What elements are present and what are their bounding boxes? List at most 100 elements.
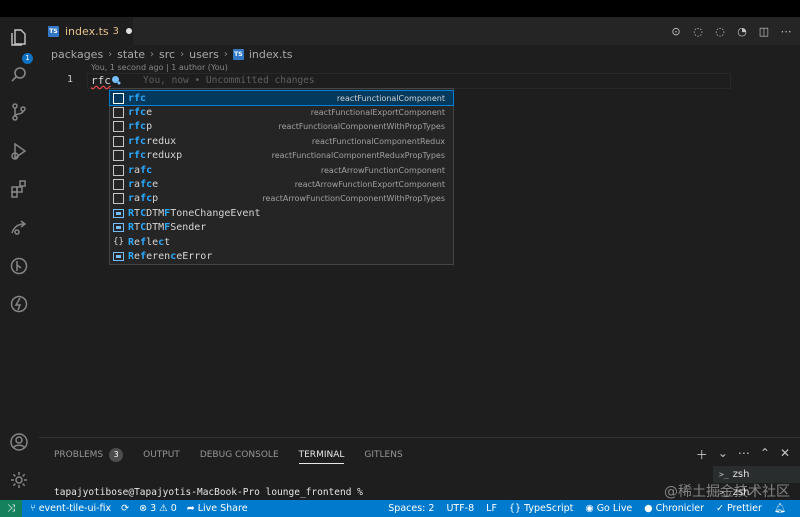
live-share-icon[interactable] — [8, 217, 30, 239]
split-editor-icon[interactable]: ◫ — [756, 23, 772, 39]
source-control-icon[interactable] — [8, 101, 30, 123]
suggest-item[interactable]: rafce reactArrowFunctionExportComponent — [110, 177, 453, 191]
snippet-icon — [113, 121, 124, 133]
warning-count: 0 — [170, 503, 177, 514]
go-live-label: Go Live — [596, 503, 633, 514]
extensions-icon[interactable] — [8, 178, 30, 200]
suggest-item[interactable]: rfc reactFunctionalComponent — [109, 89, 454, 107]
branch-indicator[interactable]: ⑂ event-tile-ui-fix — [30, 503, 111, 514]
suggest-detail: reactFunctionalComponentWithPropTypes — [278, 122, 445, 132]
chronicler-button[interactable]: ● Chronicler — [644, 503, 704, 514]
suggest-item[interactable]: rfcredux reactFunctionalComponentRedux — [110, 134, 453, 148]
thunder-icon[interactable] — [8, 293, 30, 315]
ai-suggestion-icon[interactable] — [111, 75, 121, 85]
chevron-right-icon: › — [108, 48, 113, 60]
terminal-dropdown-icon[interactable]: ⌄ — [718, 446, 728, 463]
next-change-icon[interactable]: ◌ — [712, 23, 728, 39]
broadcast-icon: ◉ — [585, 503, 594, 514]
braces-icon: {} — [508, 503, 522, 514]
code-text[interactable]: rfc — [91, 74, 111, 87]
breadcrumb-item[interactable]: src — [159, 48, 175, 61]
tab-problems[interactable]: PROBLEMS 3 — [54, 446, 124, 464]
open-changes-icon[interactable]: ◔ — [734, 23, 750, 39]
error-icon: ⊗ — [139, 503, 148, 514]
problems-indicator[interactable]: ⊗ 3 ⚠ 0 — [139, 503, 177, 514]
breadcrumb-item[interactable]: index.ts — [249, 48, 293, 61]
suggest-item[interactable]: ReferenceError — [110, 249, 453, 263]
tab-index-ts[interactable]: TS index.ts 3 — [39, 17, 133, 45]
live-share-button[interactable]: ➦ Live Share — [187, 503, 248, 514]
previous-change-icon[interactable]: ◌ — [690, 23, 706, 39]
suggest-item[interactable]: {} Reflect — [110, 235, 453, 249]
tab-terminal[interactable]: TERMINAL — [298, 446, 345, 464]
suggest-label: rafce — [128, 179, 159, 191]
git-branch-icon: ⑂ — [30, 503, 36, 514]
run-debug-icon[interactable] — [8, 140, 30, 162]
tab-gitlens[interactable]: GITLENS — [364, 446, 402, 464]
inline-blame: You, now • Uncommitted changes — [143, 75, 315, 86]
prettier-button[interactable]: ✓ Prettier — [716, 503, 762, 514]
settings-gear-icon[interactable] — [8, 469, 30, 491]
title-bar — [0, 0, 800, 17]
tab-debug-console[interactable]: DEBUG CONSOLE — [200, 446, 279, 464]
more-actions-icon[interactable]: ⋯ — [778, 23, 794, 39]
explorer-badge: 1 — [22, 53, 33, 64]
indentation-indicator[interactable]: Spaces: 2 — [388, 503, 434, 514]
chevron-right-icon: › — [223, 48, 228, 60]
class-icon — [113, 251, 124, 262]
suggest-label: ReferenceError — [128, 251, 213, 263]
breadcrumb: packages › state › src › users › TS inde… — [51, 46, 292, 62]
explorer-icon[interactable] — [8, 26, 30, 48]
suggest-detail: reactFunctionalComponentRedux — [311, 136, 445, 146]
breadcrumb-item[interactable]: users — [189, 48, 219, 61]
panel-tabs: PROBLEMS 3 OUTPUT DEBUG CONSOLE TERMINAL… — [54, 446, 423, 464]
code-line[interactable]: 1 rfc You, now • Uncommitted changes — [39, 73, 800, 89]
breadcrumb-item[interactable]: packages — [51, 48, 103, 61]
suggest-label: rfcreduxp — [128, 150, 183, 162]
sync-icon[interactable]: ⟳ — [121, 503, 129, 514]
new-terminal-icon[interactable]: ＋ — [696, 446, 708, 463]
suggest-item[interactable]: rafcp reactArrowFunctionComponentWithProp… — [110, 192, 453, 206]
live-share-icon: ➦ — [186, 503, 195, 514]
remote-indicator-icon[interactable]: ⤨ — [0, 500, 22, 517]
language-mode[interactable]: {} TypeScript — [509, 503, 573, 514]
gitlens-icon[interactable] — [8, 255, 30, 277]
warning-icon: ⚠ — [159, 503, 168, 514]
suggest-detail: reactArrowFunctionComponent — [320, 165, 445, 175]
codelens-blame[interactable]: You, 1 second ago | 1 author (You) — [91, 63, 228, 72]
snippet-icon — [113, 193, 124, 205]
terminal-prompt[interactable]: tapajyotibose@Tapajyotis-MacBook-Pro lou… — [54, 487, 363, 498]
suggest-detail: reactArrowFunctionComponentWithPropTypes — [262, 194, 445, 204]
suggest-item[interactable]: rfcreduxp reactFunctionalComponentReduxPr… — [110, 149, 453, 163]
tab-output[interactable]: OUTPUT — [143, 446, 180, 464]
line-number: 1 — [66, 74, 73, 85]
notifications-bell-icon[interactable]: 🔔︎ — [774, 503, 786, 514]
encoding-indicator[interactable]: UTF-8 — [446, 503, 474, 514]
suggest-item[interactable]: RTCDTMFSender — [110, 221, 453, 235]
suggest-label: RTCDTMFSender — [128, 222, 207, 234]
suggest-label: rfce — [128, 107, 153, 119]
problems-count-badge: 3 — [109, 448, 124, 462]
maximize-panel-icon[interactable]: ⌃ — [760, 446, 770, 463]
more-actions-icon[interactable]: ⋯ — [738, 446, 750, 463]
breadcrumb-item[interactable]: state — [117, 48, 145, 61]
suggest-item[interactable]: rfcp reactFunctionalComponentWithPropType… — [110, 120, 453, 134]
suggest-item[interactable]: RTCDTMFToneChangeEvent — [110, 206, 453, 220]
close-panel-icon[interactable]: ✕ — [780, 446, 790, 463]
terminal-name: zsh — [732, 469, 750, 480]
go-live-button[interactable]: ◉ Go Live — [585, 503, 632, 514]
account-icon[interactable] — [8, 431, 30, 453]
suggest-detail: reactArrowFunctionExportComponent — [294, 180, 445, 190]
unsaved-dot-icon[interactable] — [126, 28, 133, 34]
snippet-icon — [113, 164, 124, 176]
suggest-label: rfcp — [128, 121, 153, 133]
eol-indicator[interactable]: LF — [486, 503, 497, 514]
suggest-item[interactable]: rafc reactArrowFunctionComponent — [110, 163, 453, 177]
watermark: @稀土掘金技术社区 — [664, 484, 790, 500]
tab-bar: TS index.ts 3 ⊙ ◌ ◌ ◔ ◫ ⋯ — [39, 17, 800, 45]
compare-changes-icon[interactable]: ⊙ — [668, 23, 684, 39]
suggest-item[interactable]: rfce reactFunctionalExportComponent — [110, 105, 453, 119]
language-label: TypeScript — [524, 503, 574, 514]
snippet-icon — [113, 179, 124, 191]
search-icon[interactable] — [8, 64, 30, 86]
